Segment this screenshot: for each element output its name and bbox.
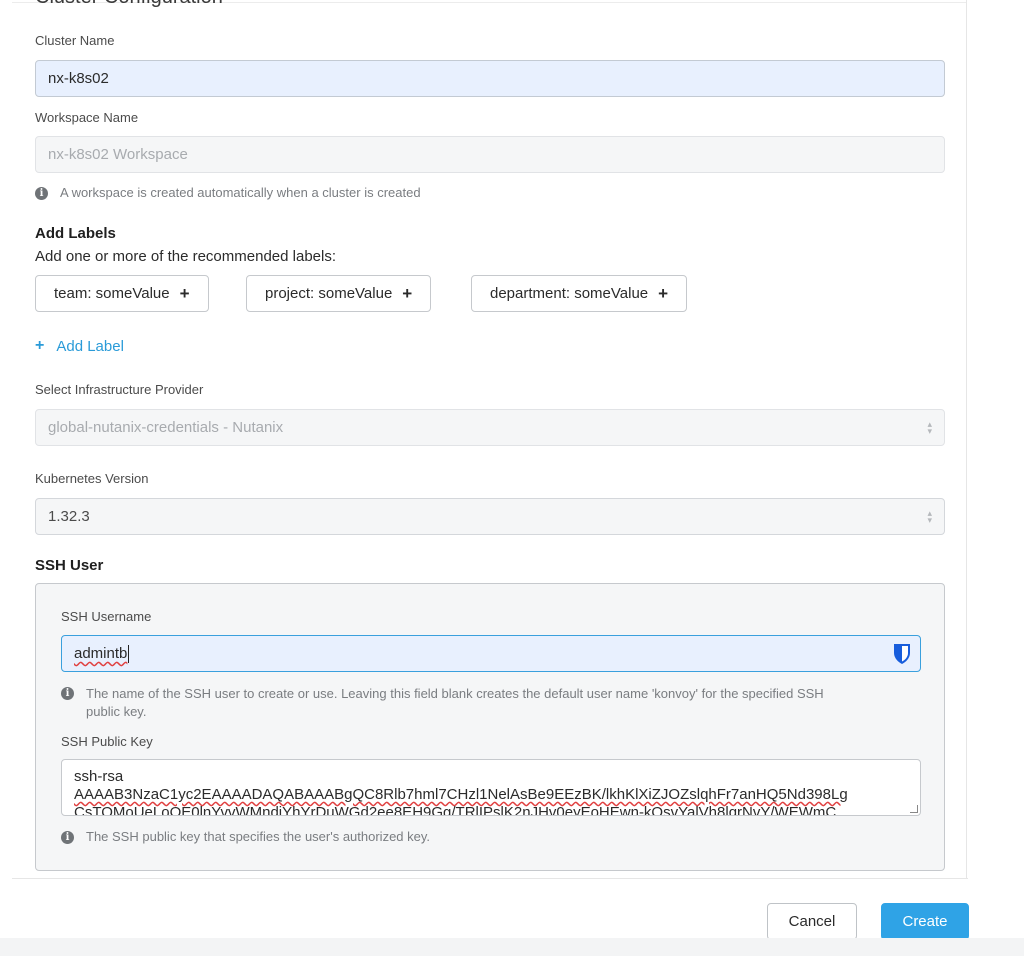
info-icon: i [61,687,74,700]
label-chip-text: project: someValue [265,285,393,302]
infra-provider-value: global-nutanix-credentials - Nutanix [48,419,284,436]
cluster-name-input[interactable]: nx-k8s02 [35,60,945,97]
ssh-username-info: i The name of the SSH user to create or … [61,685,921,721]
add-label-text: Add Label [56,337,124,355]
ssh-username-info-text-2: public key. [86,704,147,719]
section-title: Cluster Configuration [35,0,223,9]
select-arrows-icon: ▴ ▾ [927,419,932,436]
infra-provider-select: global-nutanix-credentials - Nutanix ▴ ▾ [35,409,945,446]
bottom-strip [0,938,1024,956]
resize-grip-icon[interactable] [910,805,918,813]
ssh-username-info-text: The name of the SSH user to create or us… [86,686,824,701]
workspace-name-value: nx-k8s02 Workspace [48,146,188,163]
ssh-key-info: i The SSH public key that specifies the … [61,829,430,844]
plus-icon: + [35,337,45,354]
right-border [966,0,967,878]
password-manager-shield-icon[interactable] [892,643,912,665]
ssh-key-textarea[interactable]: ssh-rsa AAAAB3NzaC1yc2EAAAADAQABAAABgQC8… [61,759,921,816]
ssh-username-input[interactable]: admintb [61,635,921,672]
infra-provider-label: Select Infrastructure Provider [35,382,204,397]
plus-icon: + [658,283,669,303]
label-chip-project[interactable]: project: someValue + [246,275,432,312]
info-icon: i [35,187,48,200]
plus-icon: + [179,283,190,303]
k8s-version-value: 1.32.3 [48,508,90,525]
workspace-info-text: A workspace is created automatically whe… [60,185,421,200]
workspace-info: i A workspace is created automatically w… [35,185,421,200]
add-labels-heading: Add Labels [35,225,116,242]
add-labels-subtext: Add one or more of the recommended label… [35,248,337,265]
cluster-name-value: nx-k8s02 [48,70,109,87]
workspace-name-label: Workspace Name [35,110,139,125]
plus-icon: + [402,283,413,303]
ssh-username-label: SSH Username [61,609,152,624]
label-chip-team[interactable]: team: someValue + [35,275,209,312]
ssh-key-line: ssh-rsa [74,768,124,785]
k8s-version-select[interactable]: 1.32.3 ▴ ▾ [35,498,945,535]
ssh-user-panel: SSH Username admintb i The name of the S… [35,583,945,871]
ssh-username-value: admintb [74,645,128,662]
text-caret [128,644,130,663]
create-button[interactable]: Create [881,903,969,940]
ssh-key-info-text: The SSH public key that specifies the us… [86,829,431,844]
cancel-button[interactable]: Cancel [767,903,857,940]
k8s-version-label: Kubernetes Version [35,471,149,486]
label-chip-department[interactable]: department: someValue + [471,275,688,312]
ssh-key-label: SSH Public Key [61,734,153,749]
ssh-user-heading: SSH User [35,557,104,574]
workspace-name-input: nx-k8s02 Workspace [35,136,945,173]
cluster-name-label: Cluster Name [35,33,115,48]
label-chip-text: department: someValue [490,285,649,302]
ssh-key-line: CsTOMoUeLoOE0lnYvvWMndiYhYrDuWGd2ee8EH9G… [74,804,837,816]
label-chip-text: team: someValue [54,285,170,302]
footer-divider [12,878,968,879]
ssh-key-line: AAAAB3NzaC1yc2EAAAADAQABAAABgQC8Rlb7hml7… [74,786,848,803]
select-arrows-icon: ▴ ▾ [927,508,932,525]
info-icon: i [61,831,74,844]
add-label-link[interactable]: + Add Label [35,337,124,355]
